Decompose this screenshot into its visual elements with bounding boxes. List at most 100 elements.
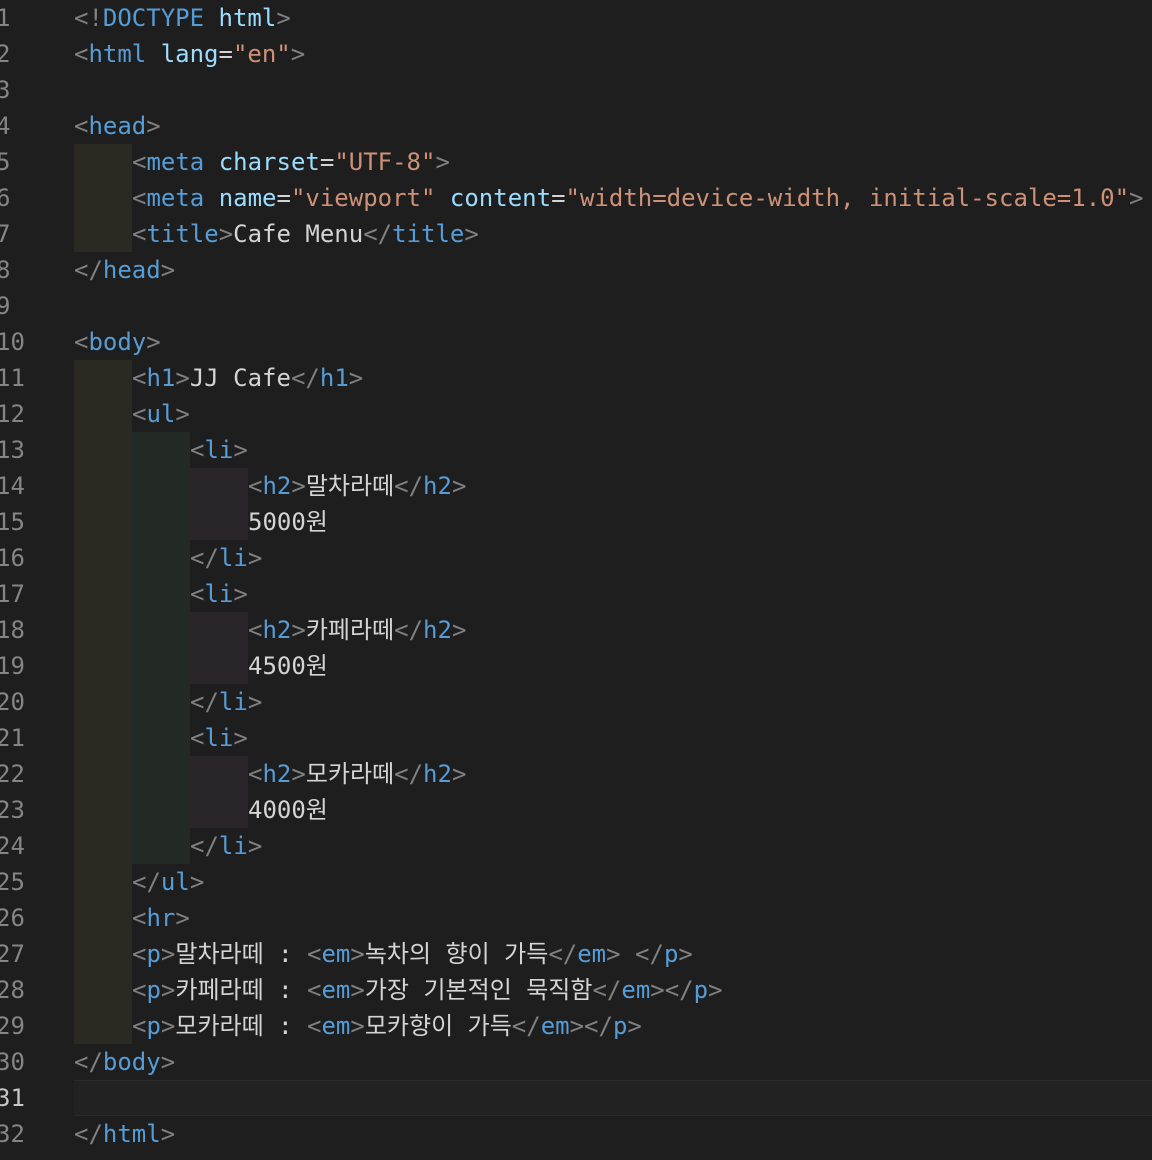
- code-text[interactable]: <html lang="en">: [74, 36, 305, 72]
- code-line[interactable]: 12 <ul>: [0, 396, 1152, 432]
- code-text[interactable]: <body>: [74, 324, 161, 360]
- code-token: >: [175, 904, 190, 932]
- code-token: p: [146, 940, 161, 968]
- code-text[interactable]: <li>: [190, 576, 248, 612]
- code-editor[interactable]: 1 <!DOCTYPE html> 2 <html lang="en"> 3 4 <head…: [0, 0, 1152, 1160]
- code-line[interactable]: 20 </li>: [0, 684, 1152, 720]
- code-line[interactable]: 3: [0, 72, 1152, 108]
- code-text[interactable]: </html>: [74, 1116, 175, 1152]
- code-line[interactable]: 28 <p>카페라떼 : <em>가장 기본적인 묵직함</em></p>: [0, 972, 1152, 1008]
- code-line[interactable]: 15 5000원: [0, 504, 1152, 540]
- code-token: DOCTYPE: [102, 4, 205, 32]
- code-line[interactable]: 8 </head>: [0, 252, 1152, 288]
- code-line[interactable]: 27 <p>말차라떼 : <em>녹차의 향이 가득</em> </p>: [0, 936, 1152, 972]
- code-token: =: [218, 40, 233, 68]
- code-token: >: [451, 760, 467, 788]
- code-token: body: [102, 1048, 161, 1076]
- code-line[interactable]: 24 </li>: [0, 828, 1152, 864]
- code-token: </: [394, 616, 424, 644]
- code-text[interactable]: </head>: [74, 252, 175, 288]
- line-number: 20: [0, 688, 25, 716]
- code-token: h2: [262, 472, 292, 500]
- code-line[interactable]: 17 <li>: [0, 576, 1152, 612]
- code-token: <: [74, 40, 89, 68]
- code-text[interactable]: <!DOCTYPE html>: [74, 0, 291, 36]
- code-text[interactable]: <p>말차라떼 : <em>녹차의 향이 가득</em> </p>: [132, 936, 693, 972]
- code-token: 말차라떼 :: [175, 940, 308, 968]
- code-text[interactable]: </body>: [74, 1044, 175, 1080]
- code-line[interactable]: 25 </ul>: [0, 864, 1152, 900]
- code-line[interactable]: 2 <html lang="en">: [0, 36, 1152, 72]
- code-text[interactable]: <hr>: [132, 900, 190, 936]
- code-token: li: [218, 832, 248, 860]
- code-token: >: [247, 688, 263, 716]
- code-line[interactable]: 18 <h2>카페라떼</h2>: [0, 612, 1152, 648]
- code-text[interactable]: </li>: [190, 684, 262, 720]
- code-line[interactable]: 11 <h1>JJ Cafe</h1>: [0, 360, 1152, 396]
- code-token: li: [204, 436, 234, 464]
- code-token: </: [74, 1048, 103, 1076]
- code-token: h2: [423, 760, 452, 788]
- code-token: >: [146, 328, 161, 356]
- code-line[interactable]: 21 <li>: [0, 720, 1152, 756]
- code-text[interactable]: <p>카페라떼 : <em>가장 기본적인 묵직함</em></p>: [132, 972, 723, 1008]
- code-line[interactable]: 4 <head>: [0, 108, 1152, 144]
- code-text[interactable]: <li>: [190, 432, 248, 468]
- code-text[interactable]: <head>: [74, 108, 161, 144]
- line-number: 9: [0, 292, 11, 320]
- code-token: 4000원: [248, 796, 328, 824]
- code-token: >: [218, 220, 234, 248]
- code-text[interactable]: <meta charset="UTF-8">: [132, 144, 450, 180]
- code-line[interactable]: 6 <meta name="viewport" content="width=de…: [0, 180, 1152, 216]
- code-line[interactable]: 14 <h2>말차라떼</h2>: [0, 468, 1152, 504]
- code-line[interactable]: 29 <p>모카라떼 : <em>모카향이 가득</em></p>: [0, 1008, 1152, 1044]
- code-text[interactable]: <ul>: [132, 396, 190, 432]
- code-text[interactable]: <h1>JJ Cafe</h1>: [132, 360, 363, 396]
- code-text[interactable]: <h2>말차라떼</h2>: [248, 468, 466, 504]
- code-token: em: [321, 976, 351, 1004]
- code-line[interactable]: 13 <li>: [0, 432, 1152, 468]
- line-number: 18: [0, 616, 25, 644]
- code-text[interactable]: </ul>: [132, 864, 204, 900]
- code-text[interactable]: <p>모카라떼 : <em>모카향이 가득</em></p>: [132, 1008, 642, 1044]
- code-line[interactable]: 22 <h2>모카라떼</h2>: [0, 756, 1152, 792]
- code-token: title: [146, 220, 219, 248]
- code-text[interactable]: <h2>모카라떼</h2>: [248, 756, 466, 792]
- code-line[interactable]: 1 <!DOCTYPE html>: [0, 0, 1152, 36]
- code-token: >: [189, 868, 205, 896]
- code-token: <: [132, 400, 147, 428]
- code-line[interactable]: 5 <meta charset="UTF-8">: [0, 144, 1152, 180]
- code-line[interactable]: 9: [0, 288, 1152, 324]
- code-token: li: [218, 688, 248, 716]
- line-number: 30: [0, 1048, 25, 1076]
- code-line[interactable]: 23 4000원: [0, 792, 1152, 828]
- code-token: "UTF-8": [334, 148, 436, 176]
- code-text[interactable]: <li>: [190, 720, 248, 756]
- code-line[interactable]: 26 <hr>: [0, 900, 1152, 936]
- code-token: </: [394, 472, 424, 500]
- code-token: <: [74, 112, 89, 140]
- code-line[interactable]: 30 </body>: [0, 1044, 1152, 1080]
- code-line[interactable]: 7 <title>Cafe Menu</title>: [0, 216, 1152, 252]
- code-text[interactable]: <title>Cafe Menu</title>: [132, 216, 479, 252]
- code-text[interactable]: 5000원: [248, 504, 328, 540]
- code-text[interactable]: </li>: [190, 540, 262, 576]
- code-token: title: [392, 220, 465, 248]
- code-line[interactable]: 31: [0, 1080, 1152, 1116]
- code-token: head: [102, 256, 161, 284]
- code-line[interactable]: 19 4500원: [0, 648, 1152, 684]
- code-text[interactable]: 4500원: [248, 648, 328, 684]
- code-line[interactable]: 32 </html>: [0, 1116, 1152, 1152]
- code-token: >: [350, 940, 365, 968]
- code-token: html: [102, 1120, 161, 1148]
- code-token: <: [132, 1012, 147, 1040]
- code-text[interactable]: <meta name="viewport" content="width=dev…: [132, 180, 1144, 216]
- code-text[interactable]: 4000원: [248, 792, 328, 828]
- code-token: p: [146, 976, 161, 1004]
- code-line[interactable]: 16 </li>: [0, 540, 1152, 576]
- code-token: </: [74, 256, 103, 284]
- code-text[interactable]: <h2>카페라떼</h2>: [248, 612, 466, 648]
- code-text[interactable]: </li>: [190, 828, 262, 864]
- code-line[interactable]: 10 <body>: [0, 324, 1152, 360]
